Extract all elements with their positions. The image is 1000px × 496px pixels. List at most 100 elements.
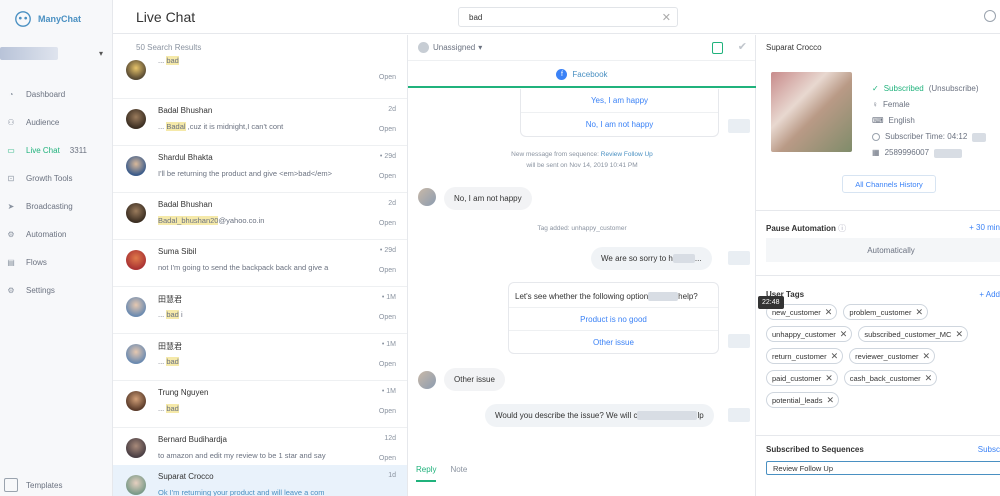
conversation-status: Open [378,314,396,321]
sequence-link[interactable]: Review Follow Up [601,151,653,158]
profile-photo [771,72,852,152]
list-item[interactable]: Suma Sibil not I'm going to send the bac… [113,240,407,287]
gender-icon: ♀ [872,100,878,109]
clear-search-icon[interactable]: ✕ [662,11,671,24]
remove-tag-icon[interactable]: ✕ [825,373,833,384]
avatar [126,60,146,80]
question-text: Let's see whether the following option he… [515,292,698,302]
divider [756,210,1000,211]
growth-tools-icon: ⊡ [7,173,15,183]
timestamp-tooltip: 22:48 [758,296,784,309]
all-channels-history-button[interactable]: All Channels History [842,175,936,193]
user-tag[interactable]: return_customer ✕ [766,348,844,364]
composer-tabs: Reply Note [416,465,467,482]
conversation-time: 1d [388,472,396,479]
contact-avatar [418,371,436,389]
list-item[interactable]: Badal Bhushan Badal_bhushan20@yahoo.co.i… [113,193,407,240]
conversation-preview: ... bad i [158,310,183,319]
conversation-time: • 29d [379,153,396,160]
question-card: Let's see whether the following option he… [508,282,719,354]
sidebar: ManyChat ▾ ◔ Dashboard ⚇ Audience ▭ Live Ch… [0,0,113,496]
list-item[interactable]: 田慧君 ... bad i • 1M Open [113,287,407,334]
broadcast-icon: ➤ [7,201,15,211]
subscription-status: ✓ Subscribed (Unsubscribe) [872,81,986,97]
sidebar-item-automation[interactable]: ⚙ Automation [0,220,112,248]
remove-tag-icon[interactable]: ✕ [925,373,933,384]
automation-icon: ⚙ [7,229,15,239]
sidebar-item-growth-tools[interactable]: ⊡ Growth Tools [0,164,112,192]
outgoing-message: We are so sorry to h... [591,247,712,271]
quick-reply-card: Yes, I am happy No, I am not happy [520,89,719,137]
subscriber-time-field: Subscriber Time: 04:12 [872,129,987,145]
check-icon[interactable]: ✔ [738,40,747,53]
message-timestamp [728,408,750,422]
avatar [126,475,146,495]
sidebar-item-label: Live Chat [26,145,60,155]
sidebar-item-dashboard[interactable]: ◔ Dashboard [0,80,112,108]
remove-tag-icon[interactable]: ✕ [955,329,963,340]
search-input[interactable]: bad ✕ [458,7,678,27]
remove-tag-icon[interactable]: ✕ [826,395,834,406]
user-tag[interactable]: unhappy_customer ✕ [766,326,853,342]
remove-tag-icon[interactable]: ✕ [831,351,839,362]
assignee-dropdown[interactable]: Unassigned [433,43,475,52]
sidebar-item-templates[interactable]: Templates [4,478,62,492]
remove-tag-icon[interactable]: ✕ [923,351,931,362]
chevron-down-icon: ▾ [98,48,103,58]
sidebar-item-flows[interactable]: ▤ Flows [0,248,112,276]
sequence-notice: New message from sequence: Review Follow… [511,151,653,169]
conversation-preview: Badal_bhushan20@yahoo.co.in [158,216,265,225]
list-item[interactable]: Badal Bhushan ... Badal ,cuz it is midni… [113,99,407,146]
list-item[interactable]: Shardul Bhakta I'll be returning the pro… [113,146,407,193]
phone-icon: ▦ [872,148,880,157]
profile-name: Suparat Crocco [766,43,822,52]
conversation-time: • 1M [381,294,396,301]
option-product-no-good-button[interactable]: Product is no good [509,307,718,330]
user-tag[interactable]: paid_customer ✕ [766,370,838,386]
conversation-status: Open [378,408,396,415]
subscribe-sequence-button[interactable]: Subsc [978,445,1000,454]
contact-name: Badal Bhushan [158,200,213,209]
conversation-preview: ... bad [158,404,179,413]
user-tag[interactable]: potential_leads ✕ [766,392,840,408]
user-tag[interactable]: problem_customer ✕ [843,304,928,320]
remove-tag-icon[interactable]: ✕ [840,329,848,340]
gear-icon[interactable] [984,10,996,22]
sequence-field[interactable]: Review Follow Up [766,461,1000,475]
user-tag[interactable]: subscribed_customer_MC ✕ [858,326,969,342]
pause-30-min-button[interactable]: + 30 min [969,223,1000,232]
remove-tag-icon[interactable]: ✕ [825,307,833,318]
list-item[interactable]: ... bad Open [113,52,407,99]
divider [756,435,1000,436]
bot-icon[interactable] [712,42,723,54]
sidebar-item-live-chat[interactable]: ▭ Live Chat 3311 [0,136,112,164]
sidebar-item-broadcasting[interactable]: ➤ Broadcasting [0,192,112,220]
tab-note[interactable]: Note [450,465,467,482]
contact-name: Shardul Bhakta [158,153,213,162]
option-other-issue-button[interactable]: Other issue [509,330,718,353]
contact-avatar [418,188,436,206]
workspace-switcher[interactable]: ▾ [0,44,108,62]
add-tag-button[interactable]: + Add [979,290,1000,299]
conversation-preview: ... bad [158,357,179,366]
sidebar-item-settings[interactable]: ⚙ Settings [0,276,112,304]
remove-tag-icon[interactable]: ✕ [915,307,923,318]
user-tag[interactable]: reviewer_customer ✕ [849,348,936,364]
sidebar-item-audience[interactable]: ⚇ Audience [0,108,112,136]
list-item[interactable]: 田慧君 ... bad • 1M Open [113,334,407,381]
unsubscribe-link[interactable]: (Unsubscribe) [929,81,979,97]
conversation-preview: Ok I'm returning your product and will l… [158,488,325,496]
manychat-logo-icon [15,11,31,27]
quick-reply-yes-button[interactable]: Yes, I am happy [521,89,718,112]
conversation-status: Open [378,126,396,133]
avatar [126,438,146,458]
quick-reply-no-button[interactable]: No, I am not happy [521,112,718,135]
user-tag[interactable]: cash_back_customer ✕ [843,370,938,386]
avatar [126,156,146,176]
contact-name: Trung Nguyen [158,388,209,397]
app-logo[interactable]: ManyChat [14,10,81,28]
page-title: Live Chat [136,9,196,25]
list-item[interactable]: Trung Nguyen ... bad • 1M Open [113,381,407,428]
tab-reply[interactable]: Reply [416,465,437,482]
list-item-selected[interactable]: Suparat Crocco Ok I'm returning your pro… [113,465,407,496]
